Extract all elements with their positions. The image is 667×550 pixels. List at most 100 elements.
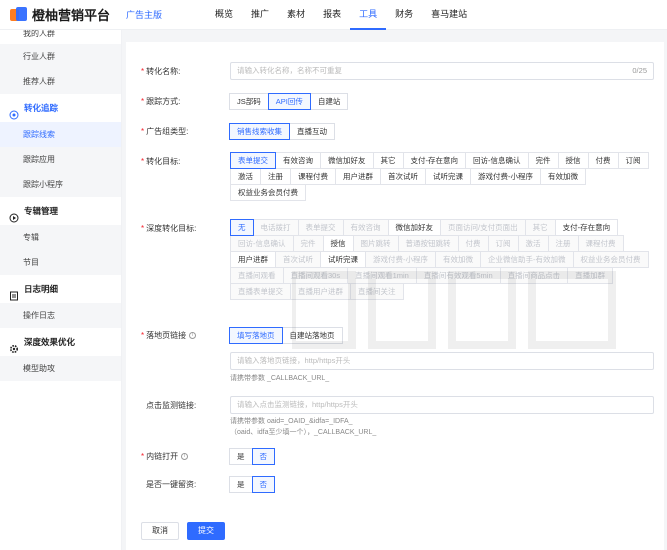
deep-option[interactable]: 支付-存在意向 — [554, 219, 619, 236]
nav-item-5[interactable]: 财务 — [386, 0, 422, 30]
deep-option: 表单提交 — [297, 219, 344, 236]
main-area: * 转化名称: 请输入转化名称，名称不可重复 0/25 * 跟踪方式: JS部码 AP… — [122, 30, 667, 550]
deep-option[interactable]: 授信 — [322, 235, 354, 252]
deep-option[interactable]: 试听完课 — [320, 251, 366, 268]
landing-option[interactable]: 自建站落地页 — [281, 326, 343, 344]
ad_type-option[interactable]: 销售线索收集 — [229, 122, 290, 140]
main-nav: 概览 推广 素材 报表 工具 财务 喜马建站 — [206, 0, 476, 30]
target-option[interactable]: 用户进群 — [335, 168, 381, 185]
nav-item-3[interactable]: 报表 — [314, 0, 350, 30]
deep-option: 直播间观看1min — [347, 267, 417, 284]
track-option[interactable]: 自建站 — [309, 92, 349, 110]
info-icon[interactable]: i — [181, 452, 189, 460]
sidebar-item[interactable]: 操作日志 — [0, 303, 121, 328]
sidebar: 我的人群 行业人群 推荐人群 转化追踪 跟踪线索 跟踪应用 跟踪小程序 专辑管理 专辑 节目日志明… — [0, 30, 122, 550]
target-option[interactable]: 注册 — [260, 168, 291, 185]
target-option[interactable]: 表单提交 — [230, 152, 276, 169]
nav-item-0[interactable]: 概览 — [206, 0, 242, 30]
deep-option[interactable]: 无 — [230, 219, 254, 236]
sidebar-item[interactable]: 推荐人群 — [0, 69, 121, 94]
cancel-button[interactable]: 取消 — [141, 522, 179, 540]
deep-option: 课程付费 — [577, 235, 624, 252]
target-option[interactable]: 支付-存在意向 — [402, 152, 466, 169]
name-input[interactable]: 请输入转化名称，名称不可重复 0/25 — [230, 62, 654, 80]
log-icon — [9, 284, 19, 301]
target-option[interactable]: 激活 — [230, 168, 261, 185]
target-row: * 转化目标: — [126, 152, 221, 170]
sidebar-item[interactable]: 专辑 — [0, 225, 121, 250]
logo-mark-icon — [10, 6, 28, 23]
nav-item-1[interactable]: 推广 — [242, 0, 278, 30]
track-selector: JS部码 API回传 自建站 — [229, 92, 349, 110]
target-option[interactable]: 付费 — [587, 152, 619, 169]
landing-option[interactable]: 填写落地页 — [229, 326, 283, 344]
sidebar-group-label: 深度效果优化 — [24, 337, 76, 347]
monitor-input[interactable]: 请输入点击监测链接，http/https开头 — [230, 396, 654, 414]
deep-option[interactable]: 微信加好友 — [387, 219, 441, 236]
target-option[interactable]: 试听完课 — [425, 168, 471, 185]
inner-option[interactable]: 是 — [229, 447, 253, 465]
deep-option: 直播加群 — [567, 267, 614, 284]
leave-option[interactable]: 是 — [229, 475, 253, 493]
deep-option: 首次试听 — [275, 251, 321, 268]
landing-row: * 落地页链接 i 填写落地页 自建站落地页 — [126, 326, 343, 344]
name-label: * 转化名称: — [141, 66, 181, 76]
inner-option[interactable]: 否 — [251, 447, 275, 465]
sidebar-group-2[interactable]: 日志明细 — [0, 275, 121, 303]
deep-option: 直播间关注 — [350, 283, 404, 300]
track-label: * 跟踪方式: — [141, 96, 181, 106]
info-icon[interactable]: i — [189, 331, 197, 339]
sidebar-item-partial[interactable]: 我的人群 — [0, 30, 121, 44]
target-option[interactable]: 完件 — [527, 152, 559, 169]
sidebar-item[interactable]: 行业人群 — [0, 44, 121, 69]
deep-option[interactable]: 用户进群 — [230, 251, 276, 268]
target-option[interactable]: 回访-信息确认 — [465, 152, 529, 169]
sidebar-group-0[interactable]: 转化追踪 — [0, 94, 121, 122]
deep-option: 直播间观看 — [230, 267, 284, 284]
deep-option: 游戏付费-小程序 — [365, 251, 436, 268]
sub-brand[interactable]: 广告主版 — [126, 8, 162, 21]
brand-name: 橙柚营销平台 — [31, 8, 110, 23]
ad_type-option[interactable]: 直播互动 — [289, 122, 335, 140]
landing-label: * 落地页链接 i — [126, 330, 221, 341]
sidebar-item[interactable]: 节目 — [0, 250, 121, 275]
target-label: * 转化目标: — [141, 156, 181, 166]
gear-icon — [9, 337, 19, 354]
submit-button[interactable]: 提交 — [187, 522, 225, 540]
target-option[interactable]: 其它 — [372, 152, 404, 169]
nav-item-6[interactable]: 喜马建站 — [422, 0, 476, 30]
leave-option[interactable]: 否 — [251, 475, 275, 493]
deep-option: 有效咨询 — [342, 219, 389, 236]
sidebar-item[interactable]: 模型助攻 — [0, 356, 121, 381]
sidebar-group-label: 日志明细 — [24, 284, 59, 294]
target-option[interactable]: 权益业务会员付费 — [230, 184, 306, 201]
track-option[interactable]: JS部码 — [229, 92, 269, 110]
target-option[interactable]: 课程付费 — [290, 168, 336, 185]
target-option[interactable]: 有效咨询 — [275, 152, 321, 169]
nav-item-2[interactable]: 素材 — [278, 0, 314, 30]
deep-option: 普通按钮跳转 — [397, 235, 459, 252]
sidebar-item[interactable]: 跟踪线索 — [0, 122, 121, 147]
target-option[interactable]: 微信加好友 — [320, 152, 374, 169]
landing-hint: 请携带参数 _CALLBACK_URL_ — [230, 375, 330, 382]
target-option[interactable]: 首次试听 — [380, 168, 426, 185]
form-card: * 转化名称: 请输入转化名称，名称不可重复 0/25 * 跟踪方式: JS部码 AP… — [126, 42, 664, 550]
deep-option: 直播间商品点击 — [499, 267, 569, 284]
deep-option: 注册 — [547, 235, 579, 252]
nav-item-4[interactable]: 工具 — [350, 0, 387, 30]
sidebar-item[interactable]: 跟踪应用 — [0, 147, 121, 172]
sidebar-item[interactable]: 跟踪小程序 — [0, 172, 121, 197]
brand-logo[interactable]: 橙柚营销平台 — [10, 5, 110, 24]
sidebar-group-3[interactable]: 深度效果优化 — [0, 328, 121, 356]
target-option[interactable]: 授信 — [557, 152, 589, 169]
monitor-hint-2: （oaid、idfa至少填一个），_CALLBACK_URL_ — [230, 429, 377, 436]
deep-option: 电话拨打 — [252, 219, 299, 236]
deep-option: 激活 — [517, 235, 549, 252]
target-option[interactable]: 游戏付费-小程序 — [470, 168, 541, 185]
track-option[interactable]: API回传 — [267, 92, 311, 110]
target-option[interactable]: 订阅 — [617, 152, 649, 169]
sidebar-group-1[interactable]: 专辑管理 — [0, 197, 121, 225]
landing-input[interactable]: 请输入落地页链接，http/https开头 — [230, 352, 654, 370]
target-option[interactable]: 有效加微 — [540, 168, 586, 185]
monitor-row: 点击监测链接: — [126, 396, 221, 414]
